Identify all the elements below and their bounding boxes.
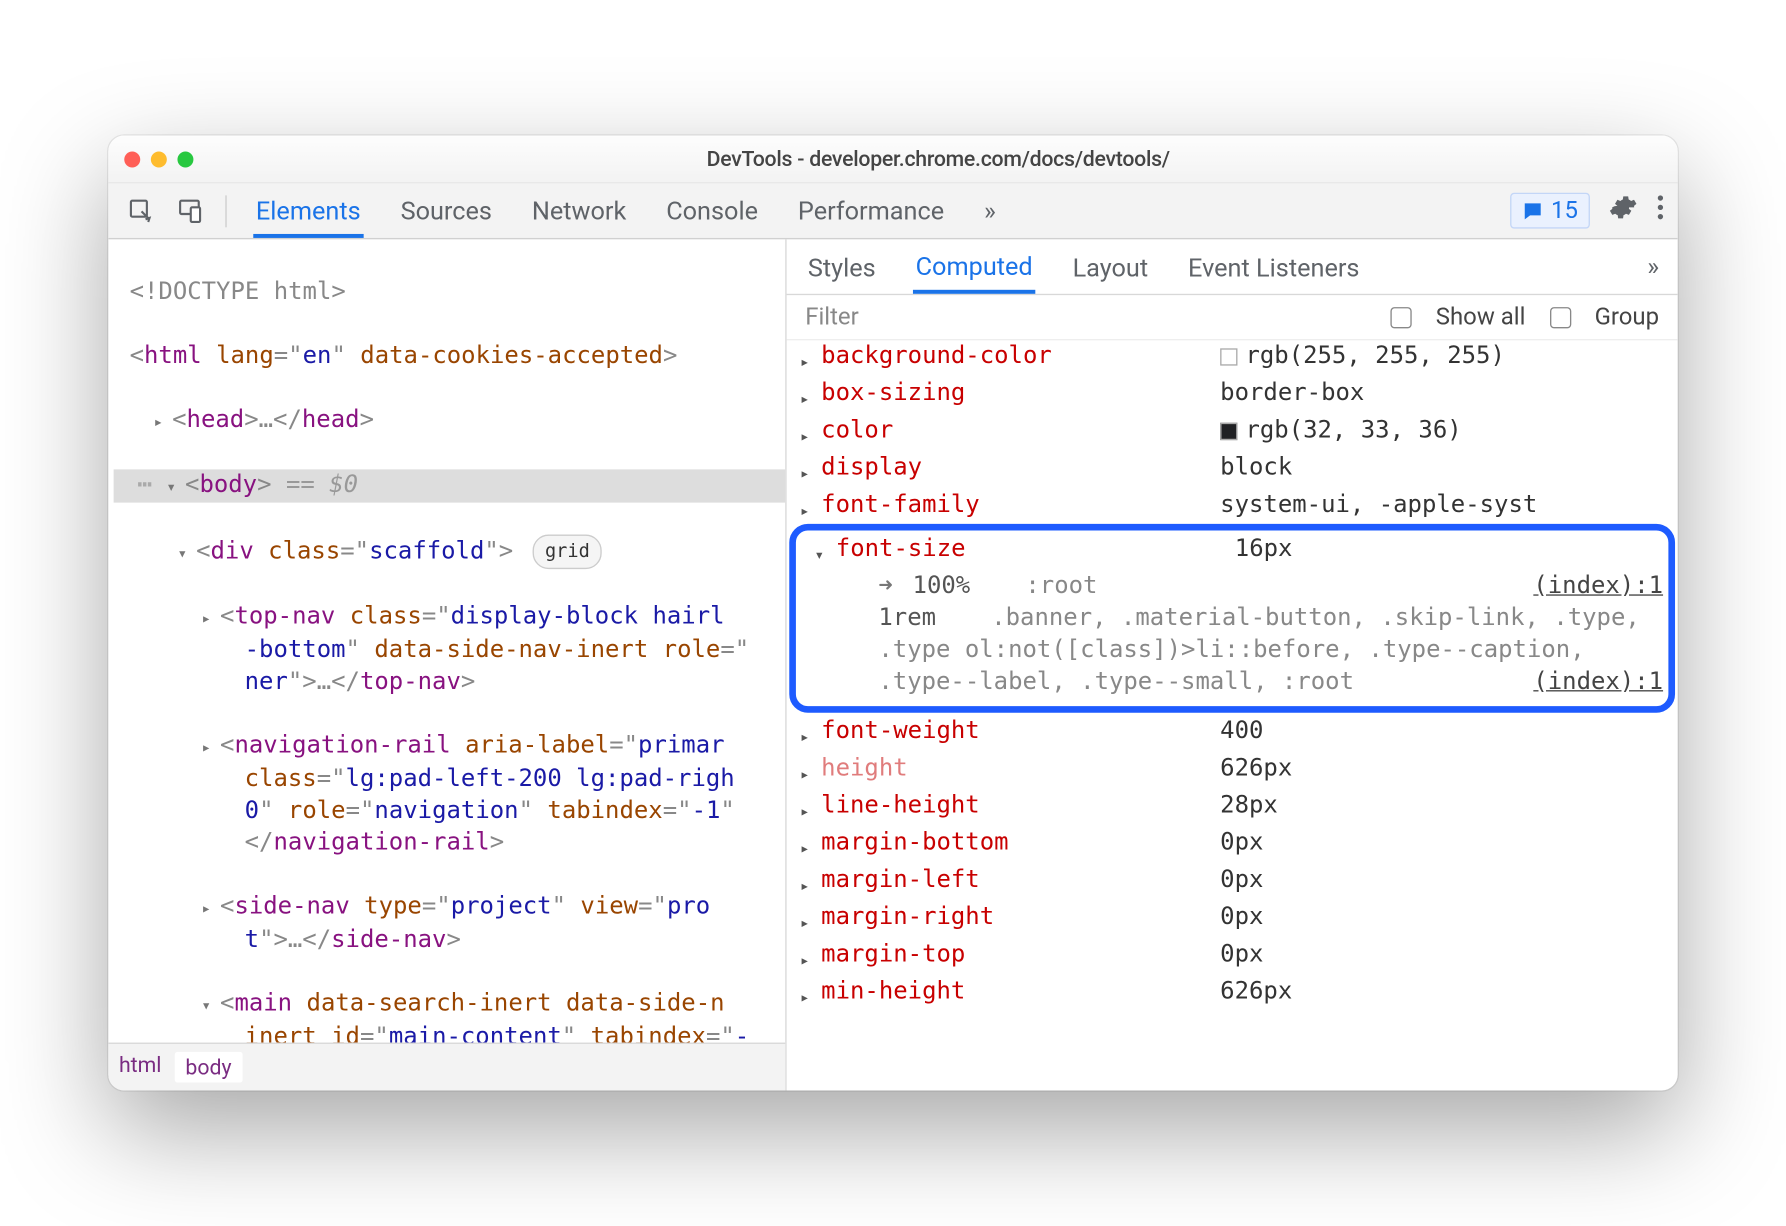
tab-network[interactable]: Network (529, 184, 629, 237)
issues-count: 15 (1551, 197, 1578, 225)
more-tabs-icon[interactable]: » (981, 184, 998, 237)
body-split: <!DOCTYPE html> <html lang="en" data-coo… (108, 239, 1677, 1090)
issues-badge[interactable]: 15 (1510, 193, 1590, 229)
close-window-button[interactable] (124, 151, 140, 167)
subtab-event-listeners[interactable]: Event Listeners (1185, 242, 1362, 291)
tab-sources[interactable]: Sources (398, 184, 495, 237)
dom-doctype: <!DOCTYPE html> (130, 278, 346, 306)
highlighted-font-size-section: ▾font-size16px ➜ 100% :root (index):1 1r… (789, 524, 1675, 713)
source-location-link[interactable]: (index):1 (1533, 666, 1663, 698)
crumb-html[interactable]: html (119, 1052, 162, 1083)
devtools-window: DevTools - developer.chrome.com/docs/dev… (108, 136, 1677, 1091)
font-size-detail-row[interactable]: 1rem .banner, .material-button, .skip-li… (801, 602, 1663, 698)
source-location-link[interactable]: (index):1 (1533, 570, 1663, 602)
zoom-window-button[interactable] (177, 151, 193, 167)
subtab-layout[interactable]: Layout (1070, 242, 1151, 291)
show-all-checkbox[interactable] (1391, 306, 1412, 327)
main-toolbar: Elements Sources Network Console Perform… (108, 183, 1677, 239)
computed-properties[interactable]: ▸background-colorrgb(255, 255, 255) ▸box… (787, 340, 1678, 1013)
more-subtabs-icon[interactable]: » (1647, 251, 1659, 282)
tab-performance[interactable]: Performance (795, 184, 947, 237)
settings-icon[interactable] (1609, 193, 1638, 229)
device-toolbar-icon[interactable] (169, 192, 209, 229)
window-titlebar: DevTools - developer.chrome.com/docs/dev… (108, 136, 1677, 184)
traffic-lights (124, 151, 193, 167)
dom-selected-body[interactable]: ⋯ <body> == $0 (114, 469, 786, 502)
color-swatch-icon (1220, 348, 1237, 365)
font-size-detail-row-active[interactable]: ➜ 100% :root (index):1 (801, 570, 1663, 602)
minimize-window-button[interactable] (151, 151, 167, 167)
styles-sidebar: Styles Computed Layout Event Listeners »… (787, 239, 1678, 1090)
layout-pill-grid[interactable]: grid (533, 535, 602, 570)
tab-console[interactable]: Console (664, 184, 761, 237)
dom-tree[interactable]: <!DOCTYPE html> <html lang="en" data-coo… (108, 239, 785, 1042)
group-label: Group (1595, 303, 1659, 331)
panel-tabs: Elements Sources Network Console Perform… (253, 184, 998, 237)
group-checkbox[interactable] (1549, 306, 1570, 327)
color-swatch-icon (1220, 422, 1237, 439)
inspect-element-icon[interactable] (122, 192, 162, 229)
crumb-body[interactable]: body (175, 1052, 242, 1083)
window-title: DevTools - developer.chrome.com/docs/dev… (215, 146, 1662, 171)
more-options-icon[interactable] (1656, 194, 1664, 227)
subtab-styles[interactable]: Styles (805, 242, 878, 291)
goto-source-icon: ➜ (878, 572, 892, 600)
filter-input[interactable]: Filter (805, 303, 859, 331)
tab-elements[interactable]: Elements (253, 184, 363, 237)
show-all-label: Show all (1436, 303, 1526, 331)
breadcrumb: html body (108, 1043, 785, 1091)
sidebar-tabs: Styles Computed Layout Event Listeners » (787, 239, 1678, 295)
elements-panel: <!DOCTYPE html> <html lang="en" data-coo… (108, 239, 786, 1090)
subtab-computed[interactable]: Computed (913, 240, 1035, 293)
computed-filterbar: Filter Show all Group (787, 295, 1678, 340)
